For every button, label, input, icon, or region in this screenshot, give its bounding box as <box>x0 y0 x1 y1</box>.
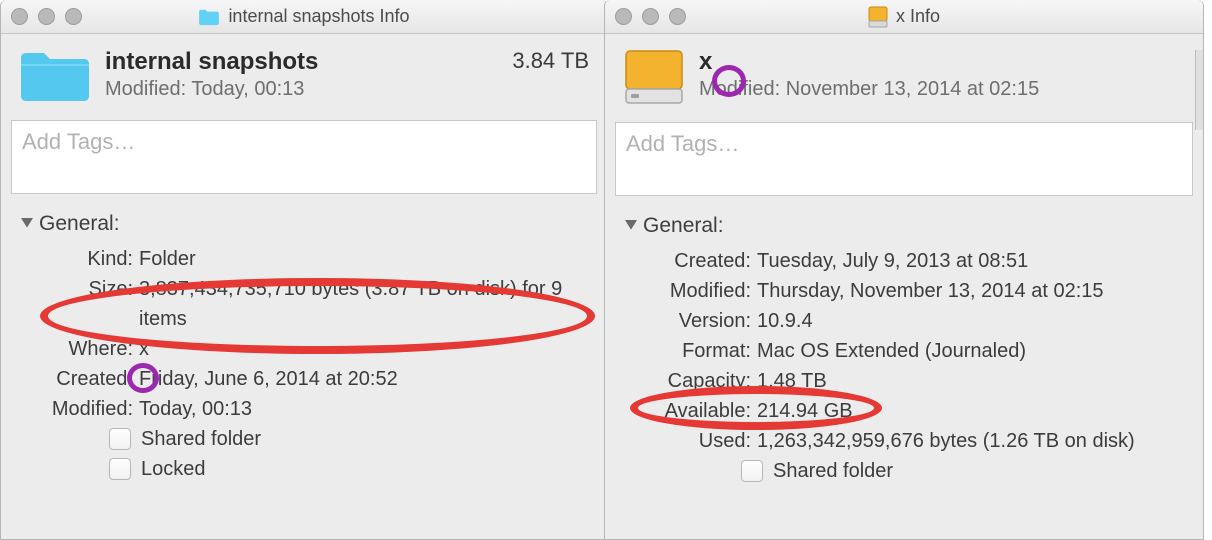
item-name: x <box>699 48 1185 76</box>
close-button[interactable] <box>615 8 632 25</box>
item-name: internal snapshots <box>105 48 498 76</box>
available-row: Available: 214.94 GB <box>625 396 1185 426</box>
used-row: Used: 1,263,342,959,676 bytes (1.26 TB o… <box>625 426 1185 456</box>
titlebar[interactable]: x Info <box>605 0 1203 34</box>
created-row: Created: Tuesday, July 9, 2013 at 08:51 <box>625 246 1185 276</box>
version-row: Version: 10.9.4 <box>625 306 1185 336</box>
general-label: General: <box>39 212 120 236</box>
general-label: General: <box>643 214 724 238</box>
zoom-button[interactable] <box>65 8 82 25</box>
format-row: Format: Mac OS Extended (Journaled) <box>625 336 1185 366</box>
item-size: 3.84 TB <box>512 48 589 74</box>
window-title: internal snapshots Info <box>228 6 409 27</box>
size-row: Size: 3,837,434,735,710 bytes (3.87 TB o… <box>21 274 589 334</box>
info-window-folder: internal snapshots Info internal snapsho… <box>0 0 608 540</box>
zoom-button[interactable] <box>669 8 686 25</box>
minimize-button[interactable] <box>38 8 55 25</box>
locked-checkbox[interactable] <box>109 458 131 480</box>
general-section: General: Created: Tuesday, July 9, 2013 … <box>605 196 1203 486</box>
item-modified: Modified: Today, 00:13 <box>105 78 498 101</box>
general-disclosure[interactable]: General: <box>21 212 589 236</box>
triangle-down-icon <box>625 220 637 232</box>
info-window-volume: x Info x Modified: November 13, 2014 at … <box>604 0 1204 540</box>
modified-row: Modified: Thursday, November 13, 2014 at… <box>625 276 1185 306</box>
folder-icon <box>19 48 91 104</box>
titlebar[interactable]: internal snapshots Info <box>1 0 607 34</box>
drive-icon <box>623 48 685 106</box>
created-row: Created: Friday, June 6, 2014 at 20:52 <box>21 364 589 394</box>
triangle-down-icon <box>21 218 33 230</box>
info-header: internal snapshots Modified: Today, 00:1… <box>1 34 607 114</box>
capacity-row: Capacity: 1.48 TB <box>625 366 1185 396</box>
shared-folder-checkbox[interactable] <box>109 428 131 450</box>
window-title: x Info <box>896 6 940 27</box>
item-modified: Modified: November 13, 2014 at 02:15 <box>699 78 1185 101</box>
general-disclosure[interactable]: General: <box>625 214 1185 238</box>
tags-input[interactable]: Add Tags… <box>11 120 597 194</box>
shared-folder-row: Shared folder <box>21 424 589 454</box>
locked-row: Locked <box>21 454 589 484</box>
where-row: Where: x <box>21 334 589 364</box>
info-header: x Modified: November 13, 2014 at 02:15 <box>605 34 1203 116</box>
background-edge <box>1195 50 1203 130</box>
minimize-button[interactable] <box>642 8 659 25</box>
modified-row: Modified: Today, 00:13 <box>21 394 589 424</box>
shared-folder-checkbox[interactable] <box>741 460 763 482</box>
folder-icon <box>198 8 220 26</box>
general-section: General: Kind: Folder Size: 3,837,434,73… <box>1 194 607 484</box>
window-controls <box>11 8 82 25</box>
tags-input[interactable]: Add Tags… <box>615 122 1193 196</box>
window-controls <box>615 8 686 25</box>
close-button[interactable] <box>11 8 28 25</box>
kind-row: Kind: Folder <box>21 244 589 274</box>
shared-folder-row: Shared folder <box>625 456 1185 486</box>
drive-icon <box>868 6 888 28</box>
